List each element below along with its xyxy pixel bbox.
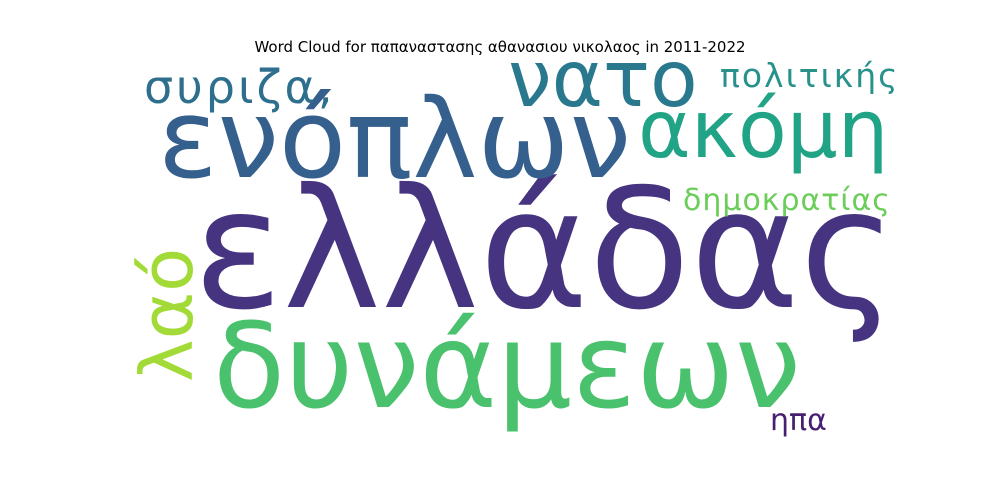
word-syriza: συριζα,	[144, 60, 336, 114]
word-dimokratias: δημοκρατίας	[683, 183, 891, 218]
word-cloud-figure: Word Cloud for παπαναστασης αθανασιου νι…	[0, 0, 1000, 500]
word-politikis: πολιτικής	[720, 56, 900, 95]
word-nato: νατο	[508, 35, 698, 125]
word-ipa: ηπα	[770, 403, 827, 438]
word-lao: λαό	[125, 247, 209, 382]
chart-title: Word Cloud for παπαναστασης αθανασιου νι…	[254, 38, 746, 56]
word-dynameon: δυνάμεων	[213, 297, 801, 435]
